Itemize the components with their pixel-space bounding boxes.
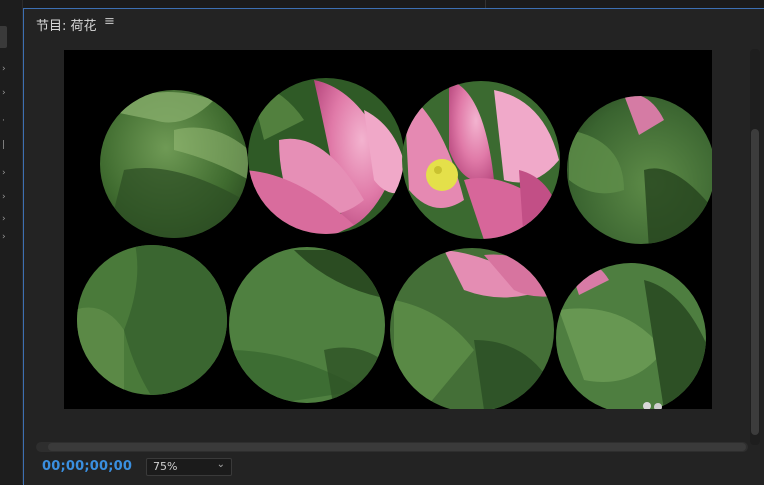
top-strip bbox=[23, 0, 764, 8]
tool-icon[interactable]: | bbox=[2, 140, 5, 150]
panel-title[interactable]: 节目: 荷花 bbox=[36, 15, 97, 34]
scrollbar-thumb[interactable] bbox=[751, 129, 759, 435]
tool-selection[interactable] bbox=[0, 26, 7, 48]
hamburger-icon[interactable]: ≡ bbox=[104, 14, 115, 29]
playhead-bar[interactable] bbox=[36, 442, 748, 452]
vertical-scrollbar[interactable] bbox=[750, 49, 760, 445]
tool-icon[interactable]: › bbox=[2, 232, 6, 242]
tool-icon[interactable]: › bbox=[2, 168, 6, 178]
playhead-track[interactable] bbox=[48, 443, 746, 451]
tool-icon[interactable]: › bbox=[2, 192, 6, 202]
video-frame bbox=[64, 50, 712, 409]
panel-header: 节目: 荷花 ≡ bbox=[24, 9, 764, 35]
chevron-down-icon: ⌄ bbox=[216, 459, 225, 470]
tool-icon[interactable]: › bbox=[2, 214, 6, 224]
zoom-value: 75% bbox=[153, 460, 178, 473]
timecode-display[interactable]: 00;00;00;00 bbox=[42, 459, 132, 474]
program-monitor-panel: 节目: 荷花 ≡ 00;00;00;00 75% ⌄ bbox=[23, 8, 764, 485]
video-viewer[interactable] bbox=[64, 50, 712, 409]
tool-strip: › › · | › › › › bbox=[0, 0, 23, 484]
divider bbox=[485, 0, 486, 8]
tool-icon[interactable]: › bbox=[2, 88, 6, 98]
tool-icon[interactable]: · bbox=[2, 116, 5, 126]
zoom-level-select[interactable]: 75% ⌄ bbox=[146, 458, 232, 476]
tool-icon[interactable]: › bbox=[2, 64, 6, 74]
